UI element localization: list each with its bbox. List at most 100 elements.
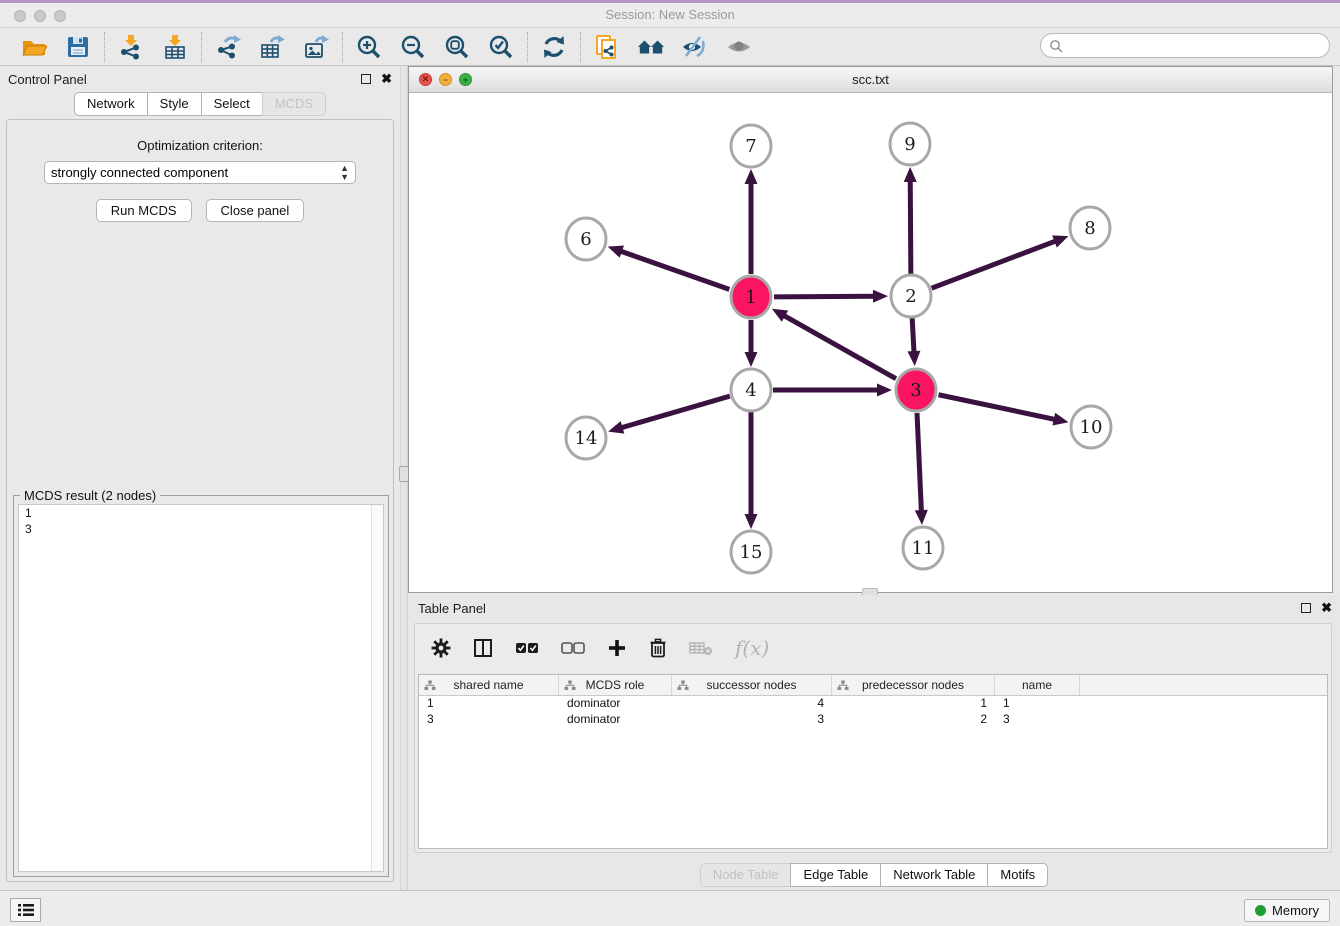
float-table-panel-icon[interactable]	[1301, 603, 1311, 613]
attribute-type-icon	[564, 680, 576, 691]
task-history-button[interactable]	[10, 898, 41, 922]
export-network-button[interactable]	[214, 33, 242, 61]
refresh-view-button[interactable]	[540, 33, 568, 61]
export-table-button[interactable]	[258, 33, 286, 61]
plus-icon	[607, 638, 627, 658]
zoom-fit-button[interactable]	[443, 33, 471, 61]
graph-node-4[interactable]: 4	[731, 369, 771, 411]
graph-node-6[interactable]: 6	[566, 218, 606, 260]
node-table[interactable]: shared nameMCDS rolesuccessor nodesprede…	[418, 674, 1328, 849]
edge-2-9[interactable]	[910, 179, 911, 274]
network-minimize-button[interactable]: −	[439, 73, 452, 86]
save-session-button[interactable]	[64, 33, 92, 61]
function-builder-button-disabled[interactable]: f(x)	[735, 636, 769, 660]
column-header-shared-name[interactable]: shared name	[419, 675, 559, 695]
close-table-panel-icon[interactable]: ✖	[1321, 603, 1332, 613]
network-window-titlebar[interactable]: ✕ − + scc.txt	[409, 67, 1332, 93]
tab-node-table[interactable]: Node Table	[700, 863, 791, 887]
show-column-panel-button[interactable]	[473, 638, 493, 658]
cell-name[interactable]: 3	[995, 712, 1080, 728]
cell-predecessor-nodes[interactable]: 2	[832, 712, 995, 728]
tab-style[interactable]: Style	[147, 92, 201, 116]
edge-3-11[interactable]	[917, 413, 921, 513]
zoom-in-button[interactable]	[355, 33, 383, 61]
graph-node-8[interactable]: 8	[1070, 207, 1110, 249]
tab-motifs[interactable]: Motifs	[987, 863, 1048, 887]
criterion-dropdown[interactable]: strongly connected component ▲▼	[44, 161, 356, 184]
graph-node-15[interactable]: 15	[731, 531, 771, 573]
table-row[interactable]: 3dominator323	[419, 712, 1327, 728]
edge-3-10[interactable]	[939, 395, 1057, 420]
search-field[interactable]	[1040, 33, 1330, 58]
duplicate-network-button[interactable]	[593, 33, 621, 61]
select-all-columns-button[interactable]	[515, 641, 539, 655]
cell-MCDS-role[interactable]: dominator	[559, 712, 672, 728]
graph-node-9[interactable]: 9	[890, 123, 930, 165]
tab-network[interactable]: Network	[74, 92, 147, 116]
node-label: 6	[580, 229, 591, 250]
result-item[interactable]: 3	[19, 521, 383, 537]
edge-1-2[interactable]	[774, 296, 876, 297]
cell-shared-name[interactable]: 3	[419, 712, 559, 728]
graph-node-2[interactable]: 2	[891, 275, 931, 317]
criterion-value: strongly connected component	[51, 165, 228, 180]
column-header-successor-nodes[interactable]: successor nodes	[672, 675, 832, 695]
unselect-all-columns-button[interactable]	[561, 641, 585, 655]
network-graph[interactable]: 7 9 6 8 1 2 4 3 14 10 15 11	[409, 93, 1332, 592]
open-session-button[interactable]	[20, 33, 48, 61]
create-column-button[interactable]	[607, 638, 627, 658]
delete-table-button-disabled[interactable]	[689, 639, 713, 657]
cell-successor-nodes[interactable]: 3	[672, 712, 832, 728]
graph-node-1[interactable]: 1	[731, 276, 771, 318]
cell-MCDS-role[interactable]: dominator	[559, 696, 672, 712]
float-panel-icon[interactable]	[361, 74, 371, 84]
result-scrollbar[interactable]	[371, 505, 383, 871]
edge-2-3[interactable]	[912, 318, 914, 354]
import-network-button[interactable]	[117, 33, 145, 61]
network-maximize-button[interactable]: +	[459, 73, 472, 86]
column-header-name[interactable]: name	[995, 675, 1080, 695]
table-settings-button[interactable]	[431, 638, 451, 658]
close-panel-button[interactable]: Close panel	[206, 199, 305, 222]
node-label: 4	[745, 380, 756, 401]
search-input[interactable]	[1063, 38, 1313, 53]
graph-node-3[interactable]: 3	[896, 369, 936, 411]
close-panel-icon[interactable]: ✖	[381, 74, 392, 84]
network-canvas[interactable]: 7 9 6 8 1 2 4 3 14 10 15 11	[409, 93, 1332, 592]
tab-network-table[interactable]: Network Table	[880, 863, 987, 887]
table-panel-tabs: Node TableEdge TableNetwork TableMotifs	[408, 863, 1340, 887]
cell-predecessor-nodes[interactable]: 1	[832, 696, 995, 712]
network-close-button[interactable]: ✕	[419, 73, 432, 86]
hide-labels-button[interactable]	[681, 33, 709, 61]
tab-select[interactable]: Select	[201, 92, 262, 116]
cell-shared-name[interactable]: 1	[419, 696, 559, 712]
zoom-out-button[interactable]	[399, 33, 427, 61]
export-image-button[interactable]	[302, 33, 330, 61]
mcds-result-list[interactable]: 13	[18, 504, 384, 872]
search-icon	[1049, 39, 1063, 53]
table-row[interactable]: 1dominator411	[419, 696, 1327, 712]
tab-edge-table[interactable]: Edge Table	[790, 863, 880, 887]
tab-mcds[interactable]: MCDS	[262, 92, 326, 116]
edge-1-6[interactable]	[619, 251, 729, 290]
zoom-selected-button[interactable]	[487, 33, 515, 61]
edge-4-14[interactable]	[620, 396, 730, 428]
memory-button[interactable]: Memory	[1244, 899, 1330, 922]
cell-name[interactable]: 1	[995, 696, 1080, 712]
home-layout-button[interactable]	[637, 33, 665, 61]
show-graphics-button[interactable]	[725, 33, 753, 61]
edge-2-8[interactable]	[932, 240, 1058, 288]
result-item[interactable]: 1	[19, 505, 383, 521]
graph-node-14[interactable]: 14	[566, 417, 606, 459]
column-header-MCDS-role[interactable]: MCDS role	[559, 675, 672, 695]
edge-3-1[interactable]	[782, 315, 896, 379]
graph-node-10[interactable]: 10	[1071, 406, 1111, 448]
cell-successor-nodes[interactable]: 4	[672, 696, 832, 712]
import-table-button[interactable]	[161, 33, 189, 61]
graph-node-7[interactable]: 7	[731, 125, 771, 167]
delete-column-button[interactable]	[649, 638, 667, 658]
run-mcds-button[interactable]: Run MCDS	[96, 199, 192, 222]
column-header-predecessor-nodes[interactable]: predecessor nodes	[832, 675, 995, 695]
graph-node-11[interactable]: 11	[903, 527, 943, 569]
table-panel-title: Table Panel	[418, 601, 486, 616]
